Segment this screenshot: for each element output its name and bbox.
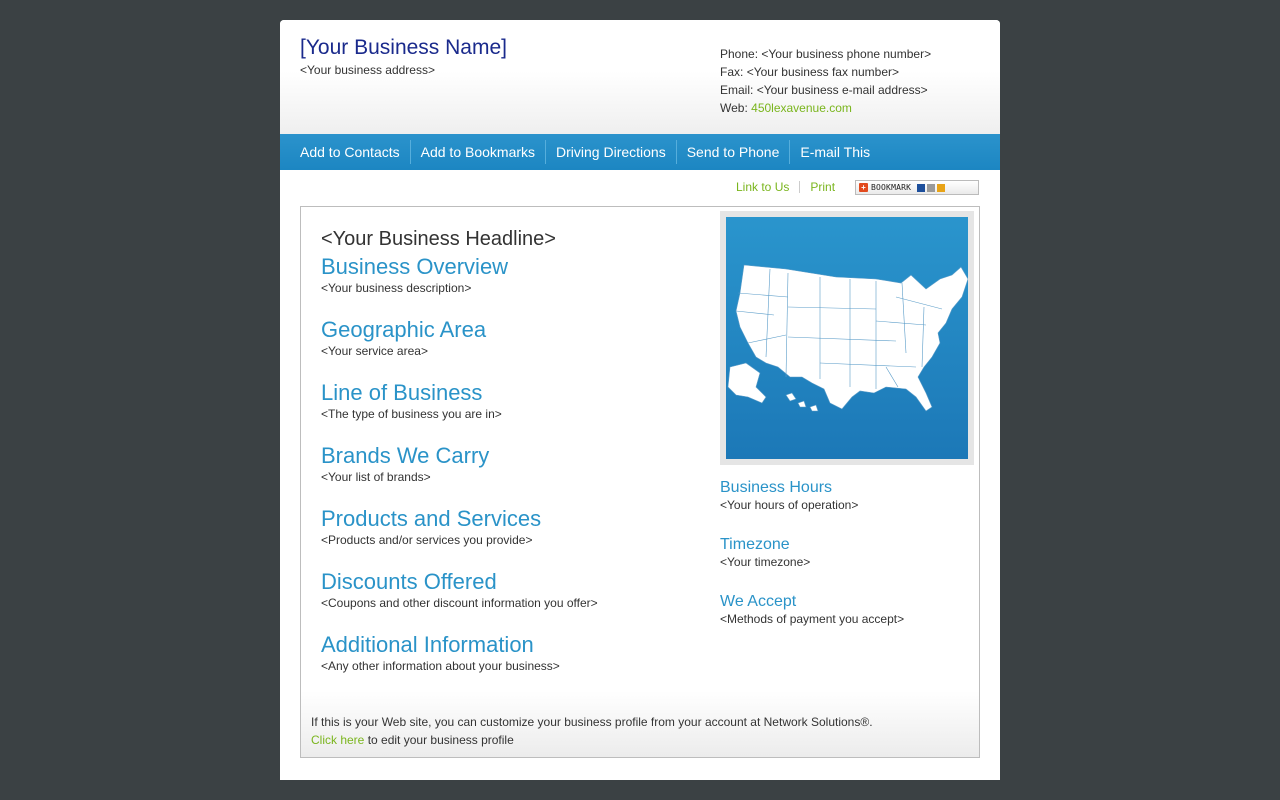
section-desc: <Your service area>: [321, 344, 428, 358]
section-discounts: Discounts Offered <Coupons and other dis…: [321, 569, 598, 632]
business-address: <Your business address>: [300, 63, 435, 77]
header: [Your Business Name] <Your business addr…: [280, 20, 1000, 134]
link-to-us-link[interactable]: Link to Us: [726, 180, 799, 194]
section-desc: <Any other information about your busine…: [321, 659, 560, 673]
footer-note: If this is your Web site, you can custom…: [311, 713, 873, 749]
social-icons: [917, 183, 946, 192]
section-title: Products and Services: [321, 506, 542, 531]
reddit-icon: [937, 183, 946, 192]
contact-info: Phone: <Your business phone number> Fax:…: [720, 45, 931, 117]
footer-line-2-text: to edit your business profile: [364, 733, 514, 747]
side-title: We Accept: [720, 593, 797, 610]
section-products-services: Products and Services <Products and/or s…: [321, 506, 598, 569]
email-row: Email: <Your business e-mail address>: [720, 81, 931, 99]
email-this-button[interactable]: E-mail This: [789, 140, 880, 164]
section-desc: <Coupons and other discount information …: [321, 596, 598, 610]
utility-links: Link to Us Print: [726, 180, 845, 194]
digg-icon: [927, 183, 936, 192]
add-to-bookmarks-button[interactable]: Add to Bookmarks: [409, 140, 545, 164]
web-label: Web:: [720, 101, 748, 115]
section-business-hours: Business Hours <Your hours of operation>: [720, 478, 904, 535]
section-title: Brands We Carry: [321, 443, 490, 468]
click-here-link[interactable]: Click here: [311, 733, 364, 747]
section-title: Geographic Area: [321, 317, 487, 342]
section-additional-info: Additional Information <Any other inform…: [321, 632, 598, 695]
email-value: <Your business e-mail address>: [756, 83, 928, 97]
section-desc: <Products and/or services you provide>: [321, 533, 533, 547]
phone-value: <Your business phone number>: [761, 47, 932, 61]
bookmark-button[interactable]: + BOOKMARK: [855, 180, 979, 195]
map-frame: [720, 211, 974, 465]
business-headline: <Your Business Headline>: [321, 228, 556, 250]
profile-sections: Business Overview <Your business descrip…: [321, 254, 598, 695]
section-title: Business Overview: [321, 254, 509, 279]
section-desc: <The type of business you are in>: [321, 407, 502, 421]
email-label: Email:: [720, 83, 754, 97]
main-content: <Your Business Headline> Business Overvi…: [300, 206, 980, 758]
web-row: Web: 450lexavenue.com: [720, 99, 931, 117]
map-panel: [726, 217, 968, 459]
bookmark-label: BOOKMARK: [871, 183, 912, 192]
fax-value: <Your business fax number>: [746, 65, 900, 79]
action-nav: Add to Contacts Add to Bookmarks Driving…: [280, 134, 1000, 170]
section-business-overview: Business Overview <Your business descrip…: [321, 254, 598, 317]
section-title: Line of Business: [321, 380, 483, 405]
section-brands: Brands We Carry <Your list of brands>: [321, 443, 598, 506]
footer-line-1: If this is your Web site, you can custom…: [311, 715, 873, 729]
side-desc: <Your hours of operation>: [720, 498, 859, 512]
section-desc: <Your list of brands>: [321, 470, 431, 484]
bookmark-plus-icon: +: [859, 183, 868, 192]
section-timezone: Timezone <Your timezone>: [720, 535, 904, 592]
section-we-accept: We Accept <Methods of payment you accept…: [720, 592, 904, 649]
add-to-contacts-button[interactable]: Add to Contacts: [290, 140, 410, 164]
business-name: [Your Business Name]: [300, 36, 507, 59]
section-geographic-area: Geographic Area <Your service area>: [321, 317, 598, 380]
business-profile-page: [Your Business Name] <Your business addr…: [280, 20, 1000, 780]
section-title: Discounts Offered: [321, 569, 497, 594]
usa-map-icon: [727, 264, 968, 412]
side-desc: <Your timezone>: [720, 555, 811, 569]
side-title: Timezone: [720, 536, 790, 553]
section-line-of-business: Line of Business <The type of business y…: [321, 380, 598, 443]
print-link[interactable]: Print: [800, 180, 845, 194]
phone-label: Phone:: [720, 47, 759, 61]
side-sections: Business Hours <Your hours of operation>…: [720, 478, 904, 649]
fax-label: Fax:: [720, 65, 744, 79]
footer-line-2: Click here to edit your business profile: [311, 731, 873, 749]
web-link[interactable]: 450lexavenue.com: [751, 101, 852, 115]
send-to-phone-button[interactable]: Send to Phone: [675, 140, 790, 164]
side-title: Business Hours: [720, 479, 833, 496]
section-desc: <Your business description>: [321, 281, 472, 295]
section-title: Additional Information: [321, 632, 534, 657]
side-desc: <Methods of payment you accept>: [720, 612, 905, 626]
driving-directions-button[interactable]: Driving Directions: [545, 140, 676, 164]
fax-row: Fax: <Your business fax number>: [720, 63, 931, 81]
phone-row: Phone: <Your business phone number>: [720, 45, 931, 63]
delicious-icon: [917, 183, 926, 192]
